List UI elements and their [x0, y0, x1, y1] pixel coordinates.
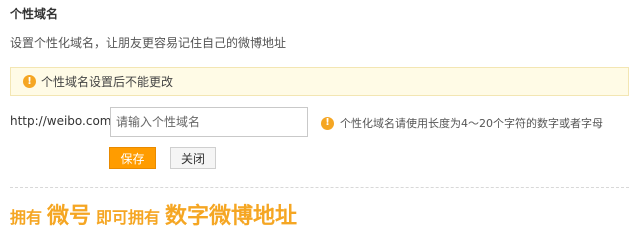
warning-icon: !	[23, 75, 36, 88]
close-button[interactable]: 关闭	[170, 147, 216, 169]
save-button[interactable]: 保存	[109, 147, 156, 169]
promo-text-2: 微号	[47, 204, 92, 229]
promo-text-3: 即可拥有	[96, 208, 161, 227]
personal-domain-page: 个性域名 设置个性化域名，让朋友更容易记住自己的微博地址 ! 个性域名设置后不能…	[0, 0, 629, 238]
notice-bar: ! 个性域名设置后不能更改	[10, 67, 629, 96]
page-subtitle: 设置个性化域名，让朋友更容易记住自己的微博地址	[10, 36, 287, 50]
hint-text: 个性化域名请使用长度为4～20个字符的数字或者字母	[340, 117, 603, 130]
promo-text-4: 数字微博地址	[165, 204, 298, 229]
page-title: 个性域名	[10, 7, 59, 21]
url-prefix-label: http://weibo.com/	[10, 114, 116, 128]
notice-text: 个性域名设置后不能更改	[41, 75, 174, 89]
warning-icon: !	[321, 116, 334, 130]
promo-text-1: 拥有	[10, 208, 43, 227]
promo-banner: 拥有 微号 即可拥有 数字微博地址	[10, 198, 297, 230]
divider	[10, 187, 629, 188]
domain-hint: ! 个性化域名请使用长度为4～20个字符的数字或者字母	[321, 115, 603, 131]
domain-input[interactable]	[110, 107, 308, 137]
